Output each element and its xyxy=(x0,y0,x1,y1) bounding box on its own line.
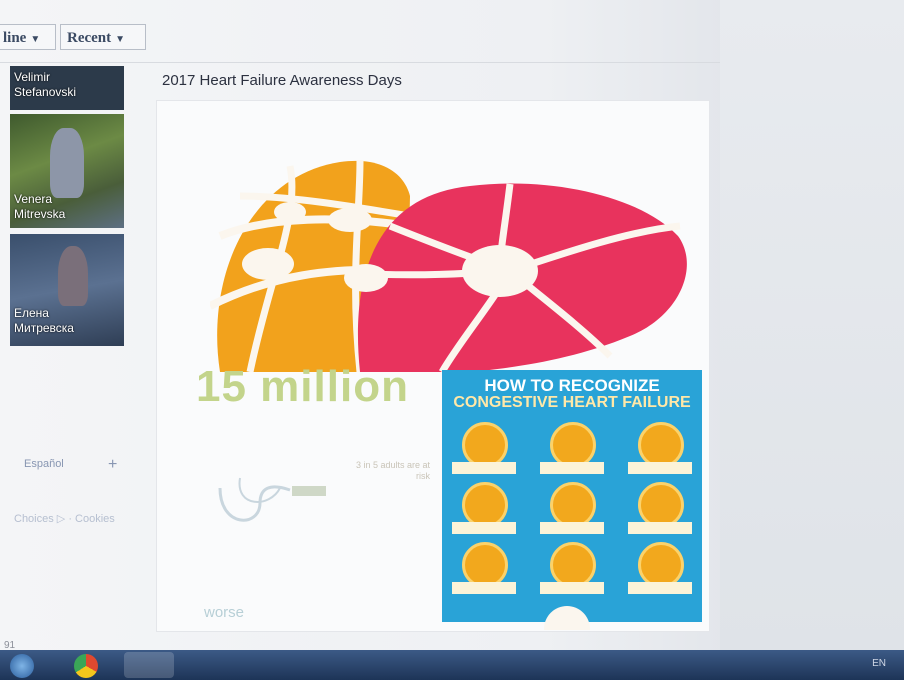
footer-links[interactable]: Choices ▷ · Cookies xyxy=(14,512,115,525)
stat-small: 3 in 5 adults are at risk xyxy=(355,460,430,481)
timeline-dropdown-label: line xyxy=(3,30,27,46)
timeline-dropdown[interactable]: line ▼ xyxy=(0,24,56,50)
taskbar: EN xyxy=(0,650,904,680)
chrome-icon[interactable] xyxy=(74,654,98,678)
chevron-down-icon: ▼ xyxy=(115,34,126,45)
friend-name: Елена Митревска xyxy=(14,306,74,335)
recognize-title-line1: HOW TO RECOGNIZE xyxy=(484,376,660,395)
recent-dropdown-label: Recent xyxy=(67,30,112,46)
stethoscope-icon xyxy=(218,477,326,522)
friend-photo xyxy=(58,246,88,306)
chevron-down-icon: ▼ xyxy=(30,34,41,45)
friend-name: Venera Mitrevska xyxy=(14,192,66,221)
friend-card[interactable]: Venera Mitrevska xyxy=(10,114,124,228)
start-icon[interactable] xyxy=(10,654,34,678)
symptom-label xyxy=(452,522,516,534)
active-window-tab[interactable] xyxy=(124,652,174,678)
filter-bar: line ▼ Recent ▼ xyxy=(0,20,720,63)
heart-logo xyxy=(210,159,687,372)
add-language-button[interactable]: + xyxy=(108,456,117,474)
recent-dropdown[interactable]: Recent ▼ xyxy=(60,24,146,50)
stat-big: 15 million xyxy=(196,362,409,411)
symptom-label xyxy=(540,462,604,474)
worse-text: worse xyxy=(204,604,245,621)
symptom-label xyxy=(628,522,692,534)
browser-screen: line ▼ Recent ▼ Velimir Stefanovski Venera M… xyxy=(0,0,904,650)
symptom-label xyxy=(540,582,604,594)
post-title[interactable]: 2017 Heart Failure Awareness Days xyxy=(162,72,402,89)
friend-photo xyxy=(50,128,84,198)
friend-name: Velimir Stefanovski xyxy=(14,70,77,99)
symptom-label xyxy=(452,582,516,594)
language-link[interactable]: Español xyxy=(24,458,64,470)
symptom-label xyxy=(452,462,516,474)
symptom-label xyxy=(628,462,692,474)
status-text: 91 xyxy=(4,640,16,650)
symptom-label xyxy=(628,582,692,594)
language-indicator[interactable]: EN xyxy=(872,658,886,669)
friend-card[interactable]: Елена Митревска xyxy=(10,234,124,346)
recognize-title-line2: CONGESTIVE HEART FAILURE xyxy=(453,394,691,411)
friend-card[interactable]: Velimir Stefanovski xyxy=(10,66,124,110)
right-pane xyxy=(720,0,904,650)
symptom-label xyxy=(540,522,604,534)
